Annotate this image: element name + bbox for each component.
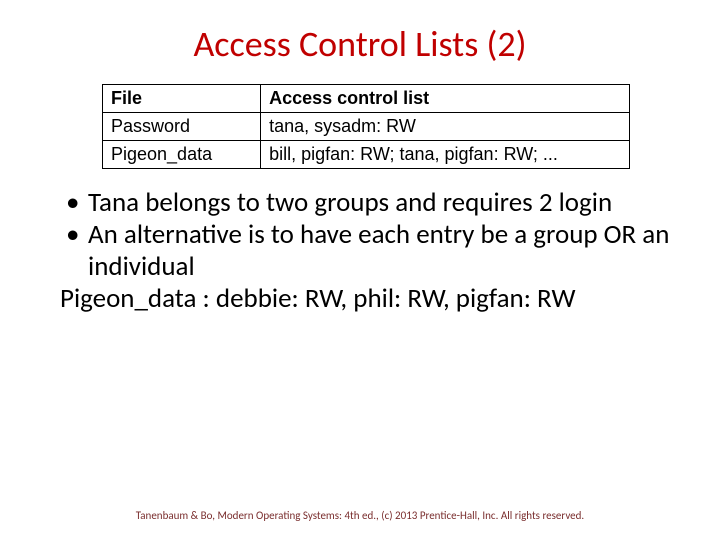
table-header-acl: Access control list	[261, 85, 630, 113]
bullet-item: Tana belongs to two groups and requires …	[60, 187, 680, 219]
cell-file: Password	[103, 113, 261, 141]
table-row: Password tana, sysadm: RW	[103, 113, 630, 141]
bullet-list: Tana belongs to two groups and requires …	[30, 187, 690, 283]
cell-file: Pigeon_data	[103, 141, 261, 169]
footer-citation: Tanenbaum & Bo, Modern Operating Systems…	[0, 509, 720, 522]
acl-table: File Access control list Password tana, …	[102, 84, 630, 169]
example-line: Pigeon_data : debbie: RW, phil: RW, pigf…	[30, 283, 690, 315]
acl-table-wrap: File Access control list Password tana, …	[102, 84, 630, 169]
cell-acl: bill, pigfan: RW; tana, pigfan: RW; ...	[261, 141, 630, 169]
slide: Access Control Lists (2) File Access con…	[0, 0, 720, 540]
table-header-row: File Access control list	[103, 85, 630, 113]
table-header-file: File	[103, 85, 261, 113]
slide-title: Access Control Lists (2)	[30, 22, 690, 66]
cell-acl: tana, sysadm: RW	[261, 113, 630, 141]
table-row: Pigeon_data bill, pigfan: RW; tana, pigf…	[103, 141, 630, 169]
bullet-item: An alternative is to have each entry be …	[60, 219, 680, 283]
